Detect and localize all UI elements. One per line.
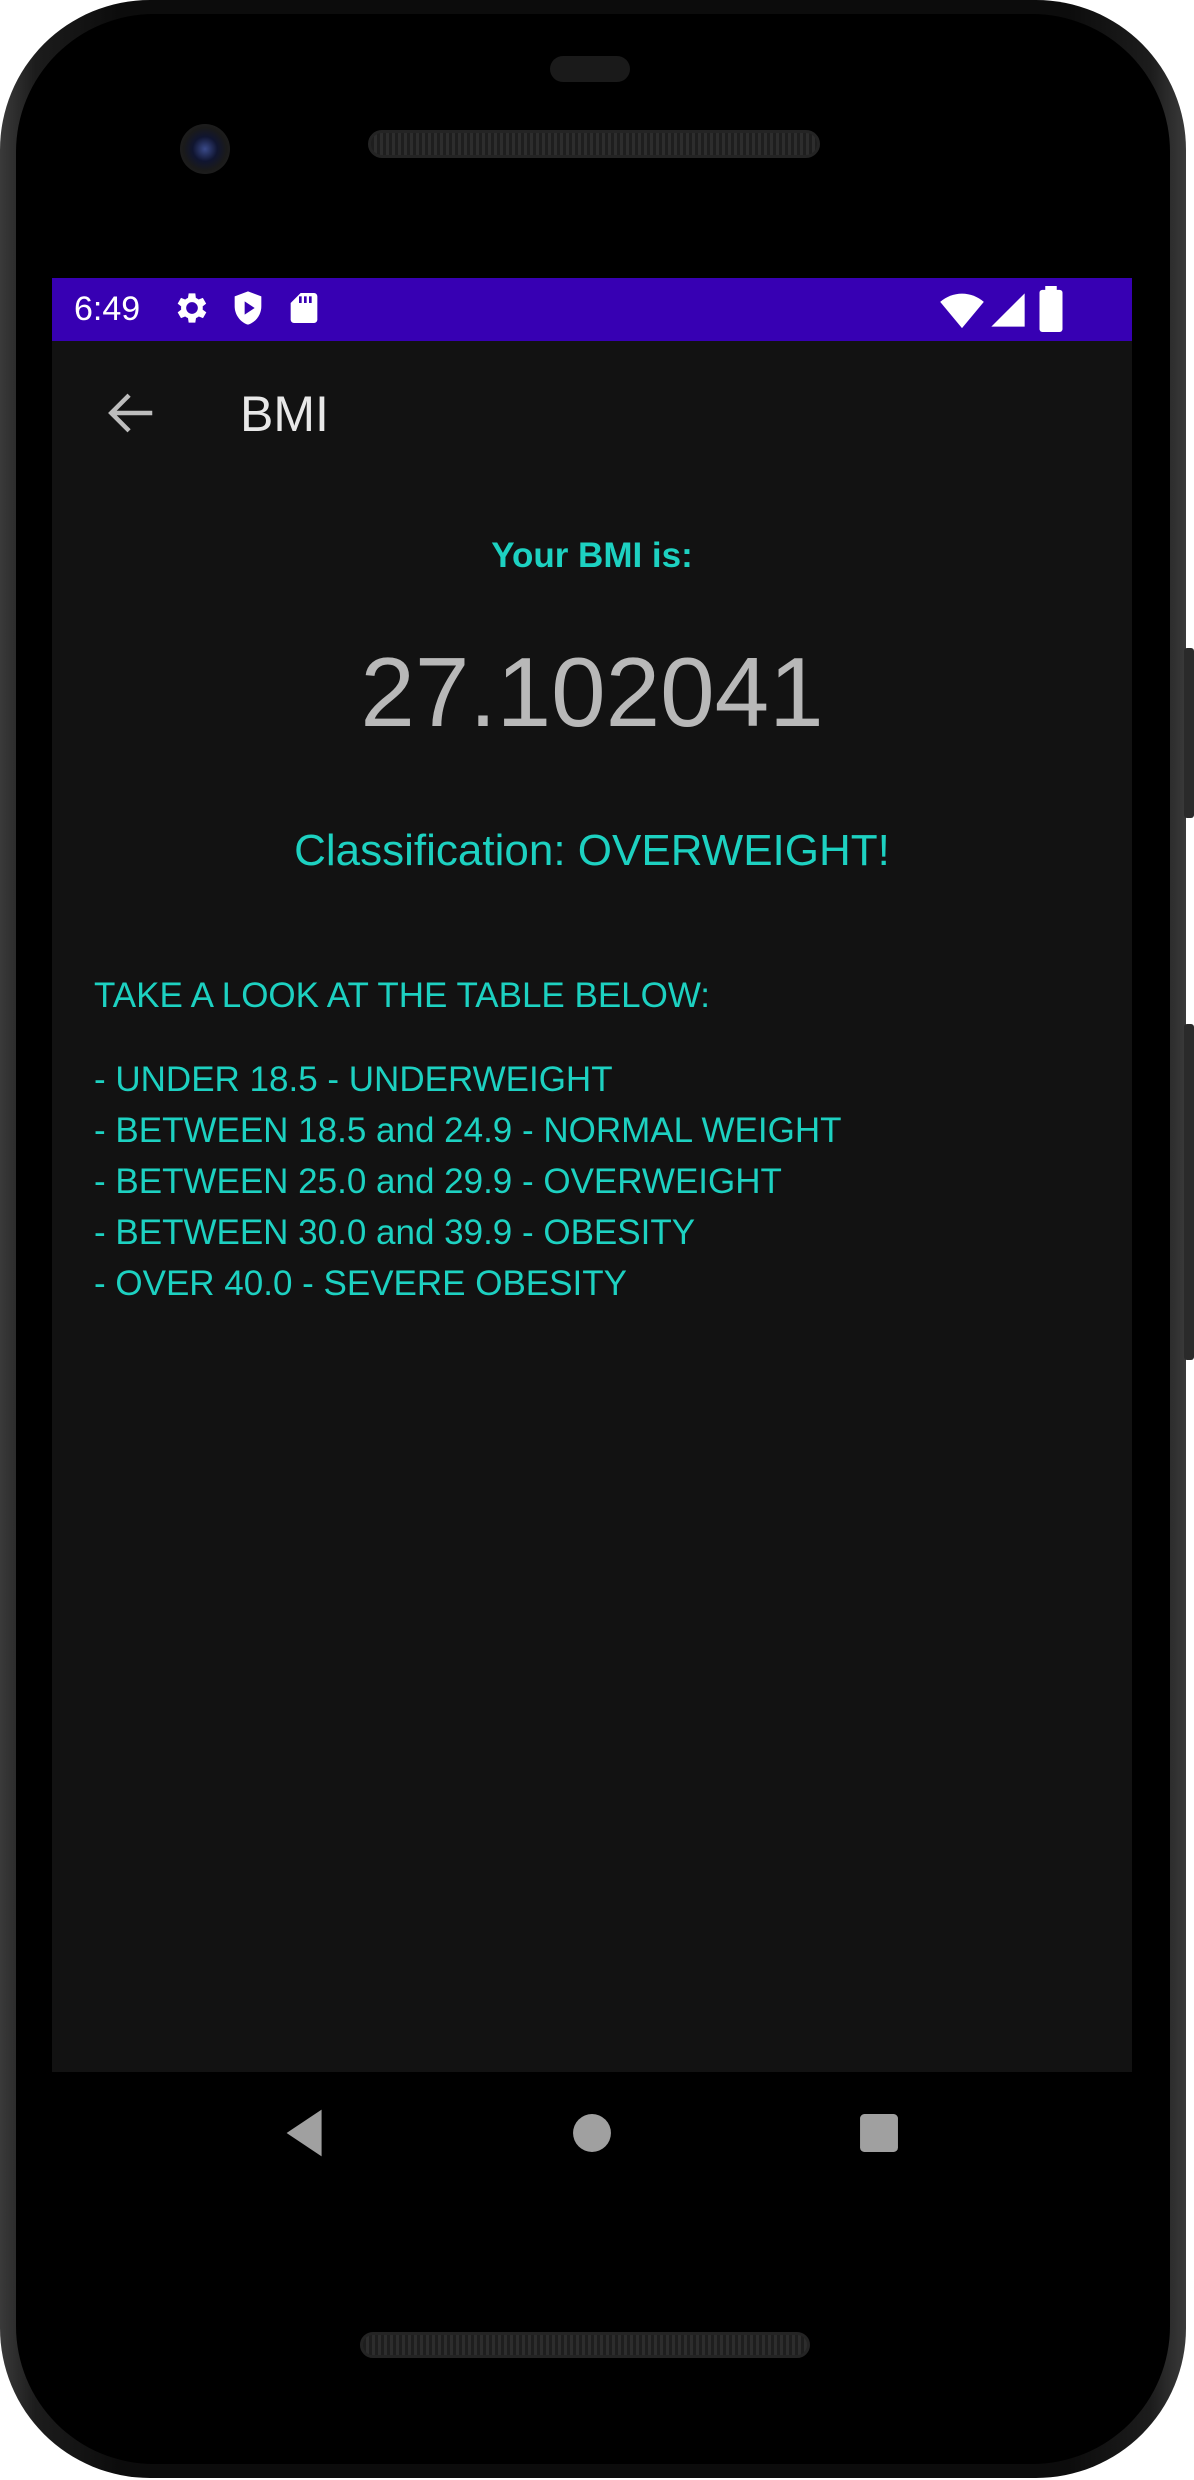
back-triangle-icon[interactable] [272, 2098, 342, 2168]
table-row: - OVER 40.0 - SEVERE OBESITY [94, 1264, 627, 1303]
recents-square-icon[interactable] [844, 2098, 914, 2168]
phone-device: 6:49 BMI Your BMI is: 27.102041 Classifi… [0, 0, 1194, 2480]
app-bar: BMI [52, 341, 1132, 491]
table-title: TAKE A LOOK AT THE TABLE BELOW: [94, 976, 710, 1015]
battery-icon [1036, 286, 1066, 337]
earpiece-speaker [368, 130, 820, 158]
classification-text: Classification: OVERWEIGHT! [294, 826, 890, 875]
status-time: 6:49 [74, 290, 141, 328]
bottom-speaker [360, 2332, 810, 2358]
home-circle-icon[interactable] [557, 2098, 627, 2168]
bmi-label: Your BMI is: [491, 536, 693, 575]
sd-card-icon [284, 288, 324, 333]
table-row: - BETWEEN 30.0 and 39.9 - OBESITY [94, 1213, 696, 1252]
table-row: - UNDER 18.5 - UNDERWEIGHT [94, 1060, 613, 1099]
gear-icon [172, 288, 212, 333]
table-row: - BETWEEN 18.5 and 24.9 - NORMAL WEIGHT [94, 1111, 842, 1150]
app-screen: 6:49 BMI Your BMI is: 27.102041 Classifi… [52, 278, 1132, 2072]
volume-rocker [1184, 1024, 1194, 1360]
front-camera [180, 124, 230, 174]
table-row: - BETWEEN 25.0 and 29.9 - OVERWEIGHT [94, 1162, 782, 1201]
arrow-left-icon[interactable] [100, 383, 160, 443]
power-button [1184, 648, 1194, 818]
bmi-value: 27.102041 [360, 637, 824, 747]
signal-icon [988, 290, 1028, 335]
app-title: BMI [240, 386, 329, 442]
proximity-sensor [550, 56, 630, 82]
status-bar: 6:49 [52, 278, 1132, 341]
wifi-icon [940, 290, 984, 335]
shield-play-icon [228, 288, 268, 333]
navigation-bar [52, 2072, 1132, 2198]
bmi-table: - UNDER 18.5 - UNDERWEIGHT - BETWEEN 18.… [94, 1054, 842, 1309]
